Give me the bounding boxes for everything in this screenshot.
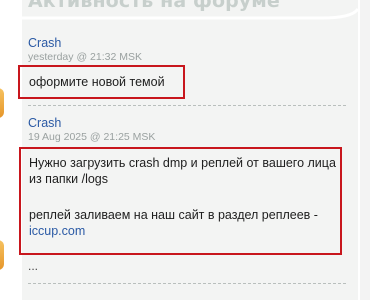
post-text-line-3: реплей заливаем на наш сайт в раздел реп…	[29, 208, 318, 222]
post-item-1: Crash yesterday @ 21:32 MSK	[28, 36, 348, 64]
site-link[interactable]: iccup.com	[29, 223, 85, 239]
page-edge-shadow	[360, 0, 370, 300]
post-text-line-2: из папки /logs	[29, 172, 109, 186]
post-date: 19 Aug 2025 @ 21:25 MSK	[28, 131, 156, 143]
side-tab-upper[interactable]	[0, 88, 4, 118]
post-date: yesterday @ 21:32 MSK	[28, 51, 142, 63]
post-text: оформите новой темой	[29, 75, 165, 89]
post-author-link[interactable]: Crash	[28, 36, 348, 50]
post-text-line-1: Нужно загрузить crash dmp и реплей от ва…	[29, 156, 336, 170]
side-tab-lower[interactable]	[0, 240, 4, 270]
forum-activity-panel: Активность на форуме Crash yesterday @ 2…	[18, 0, 358, 300]
post-author-link[interactable]: Crash	[28, 116, 348, 130]
post-divider	[28, 105, 346, 106]
post-item-2: Crash 19 Aug 2025 @ 21:25 MSK	[28, 116, 348, 144]
more-ellipsis: ...	[28, 259, 39, 273]
post-divider-bottom	[28, 283, 346, 284]
title-underline	[22, 8, 358, 20]
